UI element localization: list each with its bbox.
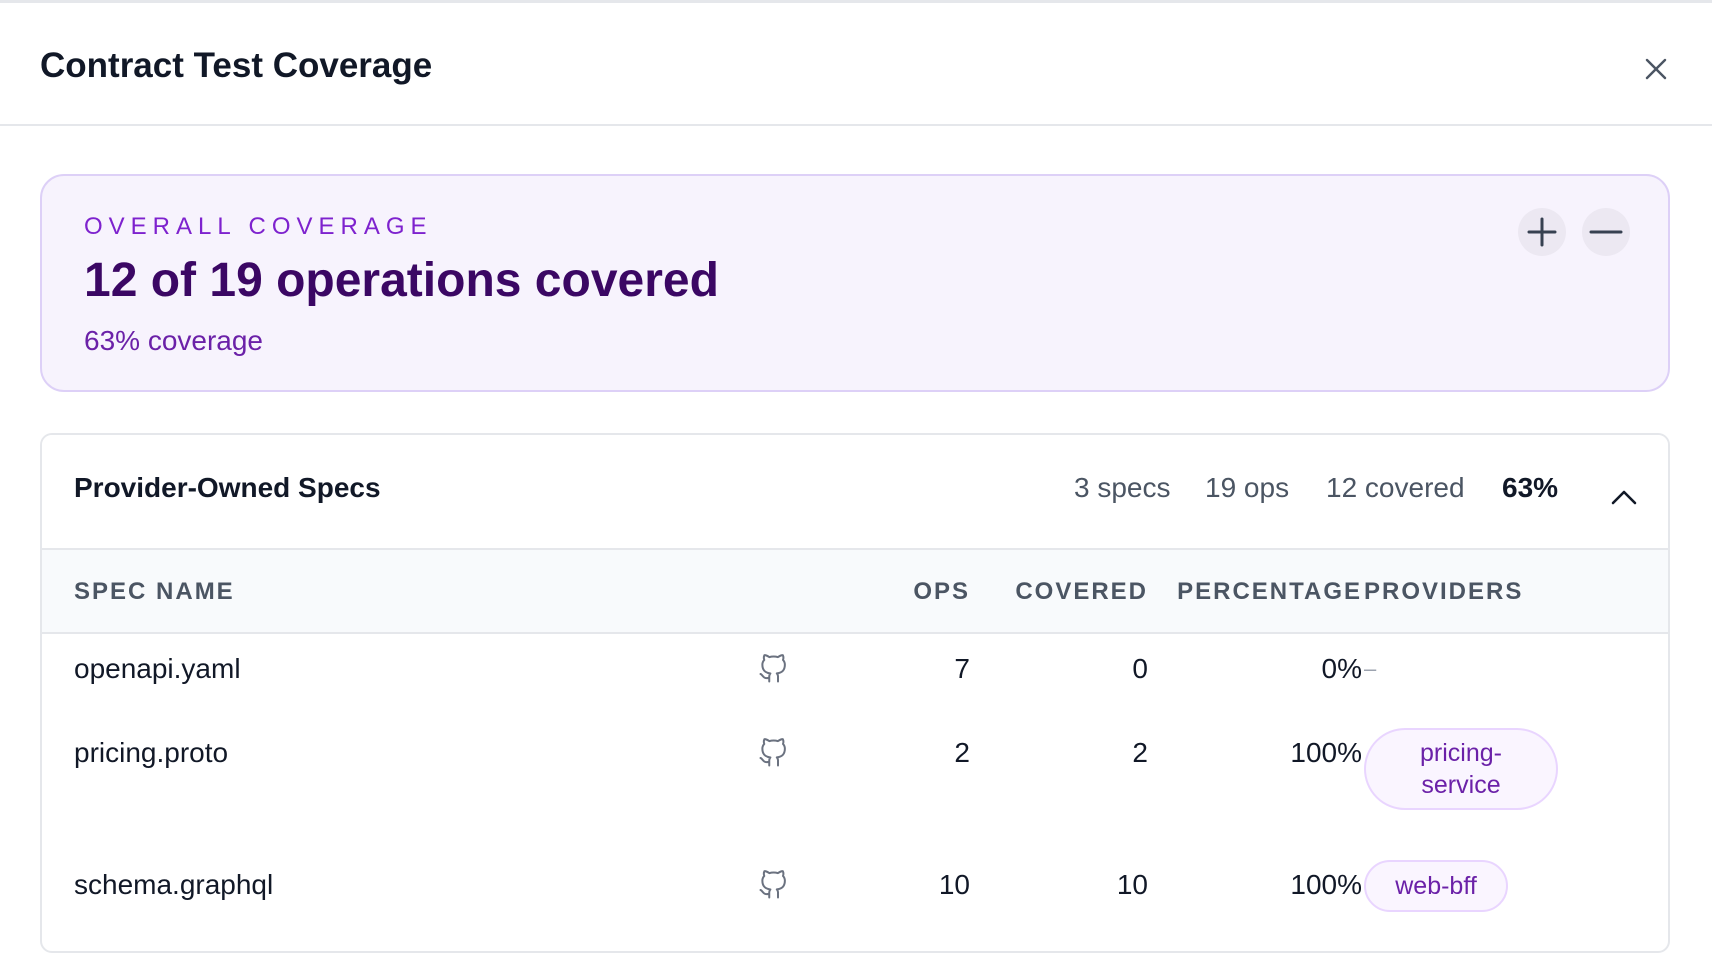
stat-ops: 19 ops	[1205, 472, 1290, 503]
table-row: schema.graphql 10 10 100% web-bff	[42, 848, 1668, 951]
column-providers: PROVIDERS	[1364, 578, 1524, 605]
stat-covered: 12 covered	[1326, 472, 1465, 503]
table-row: pricing.proto 2 2 100% pricing- service	[42, 718, 1668, 848]
summary-headline: 12 of 19 operations covered	[84, 254, 719, 307]
zoom-out-button[interactable]	[1582, 208, 1630, 256]
coverage-percentage: 0%	[1321, 653, 1362, 684]
spec-name: openapi.yaml	[74, 653, 241, 684]
table-row: openapi.yaml 7 0 0% –	[42, 634, 1668, 718]
overall-coverage-summary: OVERALL COVERAGE 12 of 19 operations cov…	[40, 174, 1670, 392]
github-icon[interactable]	[758, 738, 788, 768]
summary-percentage: 63% coverage	[84, 325, 264, 356]
github-icon[interactable]	[758, 870, 788, 900]
covered-count: 10	[1116, 869, 1148, 900]
ops-count: 2	[954, 737, 970, 768]
collapse-button[interactable]	[1602, 475, 1646, 519]
providers-empty: –	[1364, 656, 1377, 681]
table-header: SPEC NAME OPS COVERED PERCENTAGE PROVIDE…	[42, 550, 1668, 634]
covered-count: 2	[1132, 737, 1148, 768]
covered-count: 0	[1132, 653, 1148, 684]
column-ops: OPS	[913, 578, 970, 605]
github-icon[interactable]	[758, 654, 788, 684]
provider-badge-label-line-2: service	[1421, 771, 1501, 799]
column-covered: COVERED	[1015, 578, 1148, 605]
provider-badge-web-bff[interactable]: web-bff	[1364, 860, 1508, 912]
spec-name: pricing.proto	[74, 737, 229, 768]
column-spec-name: SPEC NAME	[74, 578, 235, 605]
section-header[interactable]: Provider-Owned Specs 3 specs 19 ops 12 c…	[42, 435, 1668, 550]
zoom-in-button[interactable]	[1518, 208, 1566, 256]
coverage-percentage: 100%	[1290, 737, 1362, 768]
spec-name: schema.graphql	[74, 869, 274, 900]
close-icon	[1645, 58, 1667, 80]
ops-count: 10	[938, 869, 970, 900]
plus-icon	[1527, 217, 1557, 247]
ops-count: 7	[954, 653, 970, 684]
dialog-title: Contract Test Coverage	[40, 46, 433, 85]
stat-specs: 3 specs	[1074, 472, 1171, 503]
dialog-header: Contract Test Coverage	[0, 3, 1712, 126]
provider-badge-label-line-1: pricing-	[1420, 739, 1502, 767]
provider-badge-pricing-service[interactable]: pricing- service	[1364, 728, 1558, 810]
provider-owned-specs-card: Provider-Owned Specs 3 specs 19 ops 12 c…	[40, 433, 1670, 953]
minus-icon	[1589, 230, 1623, 234]
coverage-percentage: 100%	[1290, 869, 1362, 900]
summary-label: OVERALL COVERAGE	[84, 213, 433, 240]
chevron-up-icon	[1611, 490, 1637, 505]
column-percentage: PERCENTAGE	[1177, 578, 1362, 605]
close-button[interactable]	[1634, 47, 1678, 91]
stat-percentage: 63%	[1502, 472, 1559, 503]
section-title: Provider-Owned Specs	[74, 472, 381, 503]
